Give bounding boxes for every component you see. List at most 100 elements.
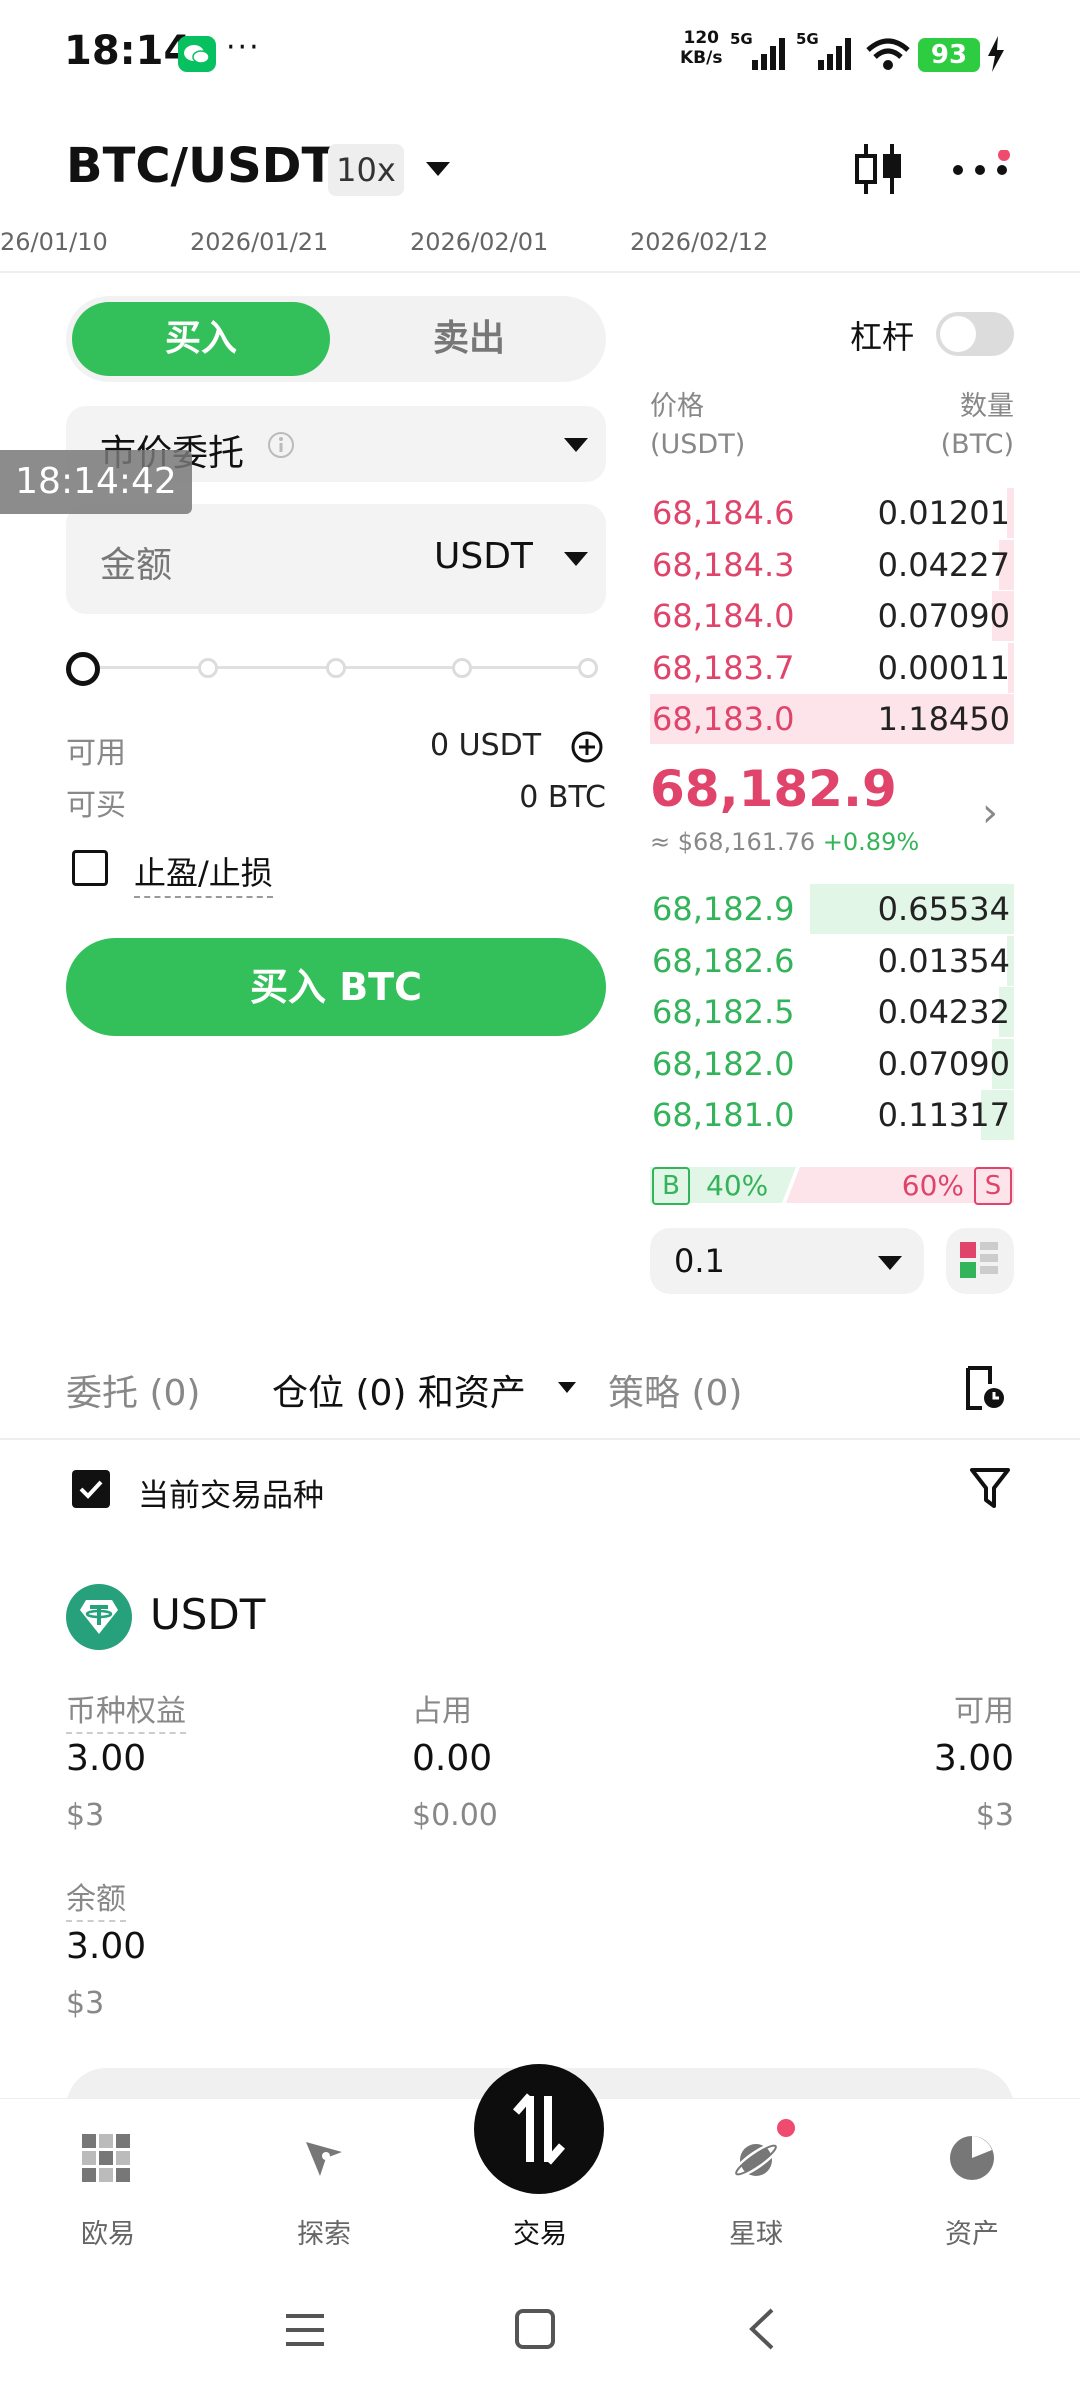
ask-price: 68,184.3 [652,545,795,584]
chevron-right-icon[interactable]: › [982,790,998,836]
buy-sell-ratio-bar: B 40% 60% S [650,1163,1014,1207]
slider-knob[interactable] [66,652,100,686]
info-icon[interactable] [266,430,296,464]
chevron-down-icon [564,438,588,452]
used-value: 0.00 [412,1738,493,1779]
sell-tab[interactable]: 卖出 [340,302,598,376]
nav-label-planet[interactable]: 星球 [686,2212,826,2251]
ask-price: 68,184.6 [652,494,795,532]
compass-icon[interactable] [298,2132,350,2188]
planet-icon[interactable] [730,2116,800,2190]
buy-btc-button[interactable]: 买入 BTC [66,938,606,1036]
nav-label-home[interactable]: 欧易 [38,2212,178,2251]
order-book-layout-icon[interactable] [946,1228,1014,1294]
bid-row[interactable]: 68,182.9 0.65534 [650,884,1014,934]
bid-price: 68,182.5 [652,993,795,1031]
chevron-down-icon[interactable] [564,552,588,566]
bid-quantity: 0.11317 [877,1096,1010,1134]
bid-row[interactable]: 68,181.0 0.11317 [650,1090,1014,1140]
pair-selector-chevron-down-icon[interactable] [426,162,450,176]
ask-row[interactable]: 68,184.3 0.04227 [650,539,1014,590]
used-label: 占用 [412,1694,472,1729]
status-bar: 18:14 ··· 120 KB/s 5G 5G 93 [0,0,1080,110]
buy-badge: B [652,1167,690,1205]
ask-price: 68,184.0 [652,597,795,635]
bid-price: 68,182.9 [652,890,795,928]
charging-icon [986,36,1006,76]
bid-price: 68,182.0 [652,1044,795,1083]
trade-arrows-icon[interactable] [474,2064,604,2194]
leverage-toggle[interactable] [936,312,1014,356]
tab-strategies[interactable]: 策略 (0) [608,1364,742,1416]
equity-usd: $3 [66,1798,105,1833]
amount-unit-select[interactable]: USDT [434,536,533,577]
trading-pair-title[interactable]: BTC/USDT [66,138,334,194]
bid-row[interactable]: 68,182.5 0.04232 [650,987,1014,1037]
battery-indicator: 93 [918,38,980,72]
back-icon[interactable] [746,2306,778,2356]
usdt-coin-icon [66,1584,132,1650]
timeline-date: 2026/01/21 [190,228,329,256]
add-funds-icon[interactable] [570,730,604,768]
bid-quantity: 0.01354 [877,941,1010,980]
wechat-notification-icon [178,36,216,72]
amount-input[interactable]: 金额 USDT [66,504,606,614]
candlestick-chart-icon[interactable] [852,140,906,198]
balance-label[interactable]: 余额 [66,1874,126,1922]
nav-label-trade[interactable]: 交易 [470,2212,610,2251]
tab-chevron-down-icon[interactable] [558,1382,576,1393]
buy-tab[interactable]: 买入 [72,302,330,376]
bid-row[interactable]: 68,182.0 0.07090 [650,1038,1014,1089]
order-history-icon[interactable] [960,1364,1008,1416]
menu-icon[interactable] [284,2310,326,2354]
slider-step-25[interactable] [198,658,218,678]
ask-row[interactable]: 68,183.0 1.18450 [650,694,1014,744]
timeline-date: 26/01/10 [0,228,108,256]
tp-sl-checkbox[interactable] [72,850,108,886]
timeline-date: 2026/02/12 [630,228,769,256]
okx-logo-icon[interactable] [80,2132,132,2188]
status-time: 18:14 [64,28,192,74]
slider-step-50[interactable] [326,658,346,678]
bid-price: 68,182.6 [652,941,795,980]
slider-step-75[interactable] [452,658,472,678]
ask-row[interactable]: 68,183.7 0.00011 [650,642,1014,693]
filter-icon[interactable] [966,1464,1014,1516]
ask-quantity: 1.18450 [877,700,1010,738]
bid-row[interactable]: 68,182.6 0.01354 [650,935,1014,986]
last-price: 68,182.9 [650,760,897,818]
available-balance-usd: $3 [975,1798,1014,1833]
tp-sl-label[interactable]: 止盈/止损 [134,848,273,898]
coin-name: USDT [150,1590,266,1639]
svg-text:5G: 5G [730,30,753,48]
more-options-icon[interactable] [950,149,1014,190]
cellular-signal-2-icon: 5G [796,30,858,72]
ask-quantity: 0.01201 [877,494,1010,532]
pie-chart-icon[interactable] [946,2132,998,2188]
ask-row[interactable]: 68,184.0 0.07090 [650,591,1014,641]
ask-quantity: 0.04227 [877,545,1010,584]
amount-placeholder: 金额 [100,545,173,586]
nav-label-assets[interactable]: 资产 [902,2212,1042,2251]
current-instrument-checkbox[interactable] [72,1470,110,1508]
tab-orders[interactable]: 委托 (0) [66,1364,200,1416]
nav-label-explore[interactable]: 探索 [254,2212,394,2251]
svg-text:5G: 5G [796,30,819,48]
tab-positions-assets[interactable]: 仓位 (0) 和资产 [272,1364,526,1416]
timeline-date: 2026/02/01 [410,228,549,256]
slider-step-100[interactable] [578,658,598,678]
overlay-timestamp: 18:14:42 [0,450,192,514]
wifi-icon [864,30,912,72]
divider [0,1438,1080,1440]
leverage-badge[interactable]: 10x [328,144,404,196]
ask-quantity: 0.00011 [877,648,1010,687]
ask-row[interactable]: 68,184.6 0.01201 [650,488,1014,538]
divider [0,271,1080,273]
available-balance-label: 可用 [954,1694,1014,1729]
current-instrument-label[interactable]: 当前交易品种 [138,1470,324,1515]
home-icon[interactable] [514,2308,556,2354]
depth-step-select[interactable]: 0.1 [650,1228,924,1294]
equity-label[interactable]: 币种权益 [66,1686,186,1734]
available-value: 0 USDT [430,728,542,763]
balance-value: 3.00 [66,1926,147,1967]
